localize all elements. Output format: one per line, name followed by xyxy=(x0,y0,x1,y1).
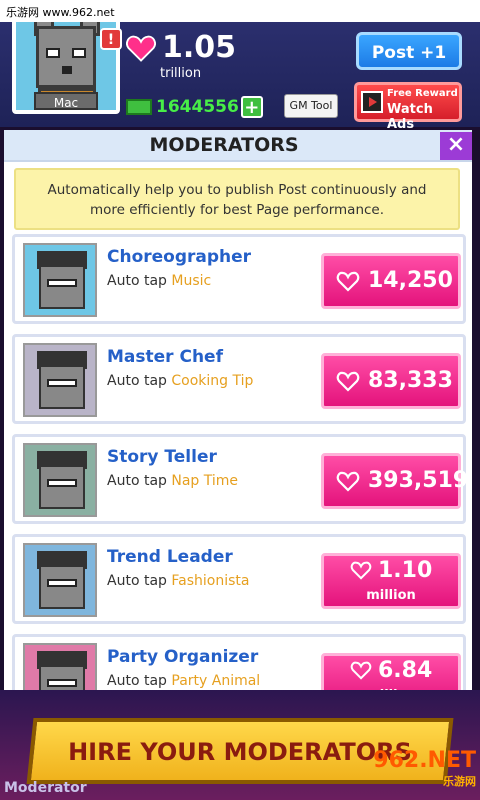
moderators-panel: MODERATORS × Automatically help you to p… xyxy=(4,130,472,750)
moderator-name: Choreographer xyxy=(107,247,252,267)
moderator-task: Auto tap Party Animal xyxy=(107,673,260,689)
portrait-part xyxy=(47,379,77,387)
moderator-task: Auto tap Nap Time xyxy=(107,473,238,489)
cost-unit: million xyxy=(366,588,416,603)
portrait-part xyxy=(47,279,77,287)
gm-tool-button[interactable]: GM Tool xyxy=(284,94,338,118)
bottom-tab-label[interactable]: Moderator xyxy=(4,780,87,796)
info-box: Automatically help you to publish Post c… xyxy=(14,168,460,230)
watermark-bottom: 962.NET 乐游网 xyxy=(340,748,476,788)
panel-title-bar: MODERATORS × xyxy=(4,130,472,162)
heart-outline-icon xyxy=(336,271,360,292)
moderator-portrait xyxy=(23,443,97,517)
heart-outline-icon xyxy=(350,561,372,580)
post-button[interactable]: Post +1 xyxy=(356,32,462,70)
heart-outline-icon xyxy=(336,471,360,492)
heart-outline-icon xyxy=(350,661,372,680)
moderator-task: Auto tap Cooking Tip xyxy=(107,373,253,389)
hire-button[interactable]: 1.10 million xyxy=(321,553,461,609)
cost-value: 14,250 xyxy=(368,268,453,293)
cost-value: 6.84 xyxy=(378,658,433,683)
portrait-part xyxy=(39,565,85,609)
panel-title: MODERATORS xyxy=(149,134,299,156)
cash-value: 1644556 xyxy=(156,97,239,117)
portrait-part xyxy=(39,265,85,309)
player-name: Mac xyxy=(34,92,98,110)
avatar-eye-right xyxy=(72,48,86,58)
video-icon xyxy=(361,91,383,113)
task-name: Music xyxy=(171,273,212,289)
alert-badge[interactable]: ! xyxy=(100,28,122,50)
likes-value: 1.05 xyxy=(162,30,237,65)
ads-reward-label: Free Reward xyxy=(387,88,458,99)
watermark-top: 乐游网 www.962.net xyxy=(0,0,480,22)
portrait-part xyxy=(39,465,85,509)
hire-button[interactable]: 14,250 xyxy=(321,253,461,309)
cost-value: 1.10 xyxy=(378,558,433,583)
auto-tap-label: Auto tap xyxy=(107,373,167,389)
cost-value: 83,333 xyxy=(368,368,453,393)
moderator-card: Master Chef Auto tap Cooking Tip 83,333 xyxy=(12,334,466,424)
moderator-portrait xyxy=(23,243,97,317)
auto-tap-label: Auto tap xyxy=(107,473,167,489)
moderator-portrait xyxy=(23,343,97,417)
add-cash-button[interactable]: + xyxy=(240,96,263,118)
close-button[interactable]: × xyxy=(440,132,472,160)
hire-button[interactable]: 393,519 xyxy=(321,453,468,509)
moderator-name: Master Chef xyxy=(107,347,223,367)
moderator-name: Party Organizer xyxy=(107,647,259,667)
ads-watch-label: Watch Ads xyxy=(387,102,433,132)
moderator-card: Story Teller Auto tap Nap Time 393,519 xyxy=(12,434,468,524)
cost-value: 393,519 xyxy=(368,468,469,493)
auto-tap-label: Auto tap xyxy=(107,573,167,589)
portrait-part xyxy=(47,479,77,487)
moderator-name: Trend Leader xyxy=(107,547,233,567)
watermark-bottom-sub: 乐游网 xyxy=(443,775,476,788)
task-name: Party Animal xyxy=(171,673,261,689)
moderator-name: Story Teller xyxy=(107,447,217,467)
auto-tap-label: Auto tap xyxy=(107,673,167,689)
avatar-face xyxy=(36,26,96,88)
portrait-part xyxy=(39,365,85,409)
portrait-part xyxy=(47,679,77,687)
moderator-task: Auto tap Fashionista xyxy=(107,573,249,589)
moderator-card: Trend Leader Auto tap Fashionista 1.10 mill… xyxy=(12,534,466,624)
auto-tap-label: Auto tap xyxy=(107,273,167,289)
moderator-card: Choreographer Auto tap Music 14,250 xyxy=(12,234,466,324)
avatar-nose xyxy=(62,66,72,74)
task-name: Fashionista xyxy=(171,573,250,589)
hire-button[interactable]: 83,333 xyxy=(321,353,461,409)
likes-unit: trillion xyxy=(160,66,202,81)
watermark-bottom-main: 962.NET xyxy=(373,748,476,773)
moderator-portrait xyxy=(23,543,97,617)
heart-outline-icon xyxy=(336,371,360,392)
watch-ads-button[interactable]: Free Reward Watch Ads xyxy=(354,82,462,132)
player-avatar[interactable]: Mac xyxy=(12,10,120,114)
heart-icon xyxy=(126,35,156,62)
moderator-task: Auto tap Music xyxy=(107,273,211,289)
task-name: Nap Time xyxy=(171,473,239,489)
cash-icon xyxy=(126,99,152,115)
task-name: Cooking Tip xyxy=(171,373,254,389)
portrait-part xyxy=(47,579,77,587)
cash-counter: 1644556 + xyxy=(126,96,263,118)
avatar-eye-left xyxy=(46,48,60,58)
